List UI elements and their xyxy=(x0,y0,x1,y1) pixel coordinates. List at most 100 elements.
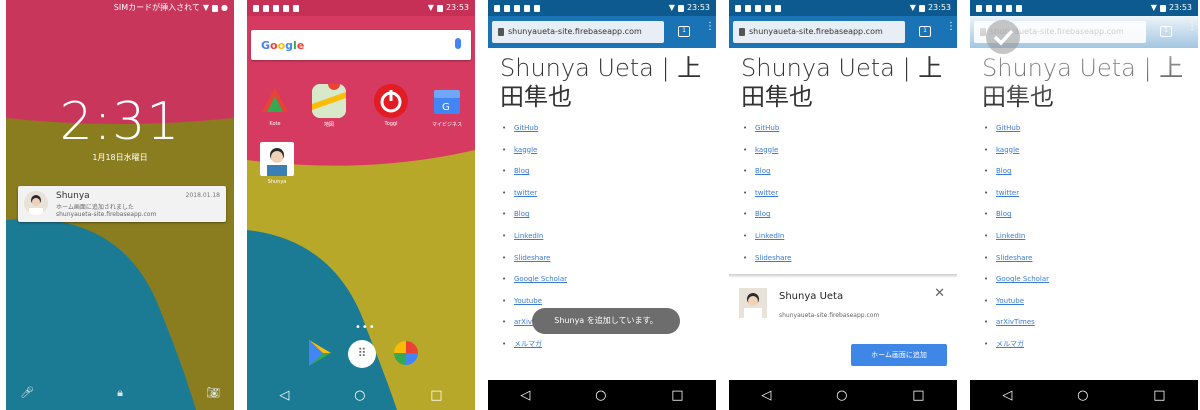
link-blog-2[interactable]: Blog xyxy=(743,208,792,230)
link-arxivtimes[interactable]: arXivTimes xyxy=(984,316,1049,338)
back-icon[interactable]: ◁ xyxy=(1002,388,1012,403)
close-icon[interactable]: ✕ xyxy=(934,286,945,301)
link-twitter[interactable]: twitter xyxy=(502,187,567,209)
date: 1月18日水曜日 xyxy=(92,153,148,162)
notification-icon xyxy=(986,4,992,12)
link-google-scholar[interactable]: Google Scholar xyxy=(502,273,567,295)
recents-icon[interactable]: □ xyxy=(430,388,442,403)
app-maps[interactable]: 地図 xyxy=(305,78,353,128)
link-youtube[interactable]: Youtube xyxy=(984,295,1049,317)
navigation-bar: ◁ ○ □ xyxy=(247,380,475,410)
photos-icon[interactable] xyxy=(391,338,421,372)
app-kote[interactable]: Kote xyxy=(251,84,299,127)
google-search-bar[interactable]: Google xyxy=(251,30,471,60)
lockscreen-panel: SIMカードが挿入されて ▼ ● 2:31 1月18日水曜日 Shunya 20… xyxy=(6,0,234,410)
link-slideshare[interactable]: Slideshare xyxy=(984,252,1049,274)
menu-icon[interactable]: ⋮ xyxy=(946,22,956,39)
notification-card[interactable]: Shunya 2018.01.18 ホーム画面に追加されました shunyaue… xyxy=(18,186,226,222)
play-store-icon[interactable] xyxy=(305,338,335,372)
kote-icon xyxy=(258,84,292,118)
back-icon[interactable]: ◁ xyxy=(520,388,530,403)
tabs-icon[interactable]: 1 xyxy=(919,26,931,37)
notification-title: Shunya xyxy=(56,191,90,201)
notification-message: ホーム画面に追加されました xyxy=(56,204,134,211)
app-drawer-icon[interactable]: ⠿ xyxy=(348,340,376,368)
status-time: 23:53 xyxy=(445,3,469,12)
tabs-icon[interactable]: 1 xyxy=(678,26,690,37)
maps-icon xyxy=(312,78,346,118)
link-list: GitHub kaggle Blog twitter Blog LinkedIn… xyxy=(743,122,792,273)
status-bar: ▼ 23:53 xyxy=(247,0,475,16)
link-blog-2[interactable]: Blog xyxy=(502,208,567,230)
back-icon[interactable]: ◁ xyxy=(279,388,289,403)
notification-icon xyxy=(263,4,269,12)
app-label: Shunya xyxy=(267,179,287,185)
notification-time: 2018.01.18 xyxy=(185,192,220,199)
link-kaggle[interactable]: kaggle xyxy=(984,144,1049,166)
mybusiness-icon: G xyxy=(430,84,464,118)
link-kaggle[interactable]: kaggle xyxy=(502,144,567,166)
add-to-home-button[interactable]: ホーム画面に追加 xyxy=(851,344,947,366)
link-github[interactable]: GitHub xyxy=(743,122,792,144)
notification-icon xyxy=(745,4,751,12)
url-bar[interactable]: shunyaueta-site.firebaseapp.com xyxy=(733,21,905,43)
homescreen-panel: ▼ 23:53 Google Kote 地図 Toggl G マイビジネス Sh… xyxy=(247,0,475,410)
app-label: Kote xyxy=(269,121,281,127)
app-mybusiness[interactable]: G マイビジネス xyxy=(423,84,471,128)
app-toggl[interactable]: Toggl xyxy=(367,84,415,127)
home-icon[interactable]: ○ xyxy=(836,388,847,403)
shortcut-shunya[interactable]: Shunya xyxy=(253,142,301,185)
add-to-home-sheet: Shunya Ueta shunyaueta-site.firebaseapp.… xyxy=(729,278,957,380)
page-indicator: ••• xyxy=(355,322,376,333)
link-github[interactable]: GitHub xyxy=(502,122,567,144)
lock-icon xyxy=(498,28,504,36)
clock: 2:31 xyxy=(59,92,181,152)
status-time: 23:53 xyxy=(927,3,951,12)
notification-icon xyxy=(775,4,781,12)
link-mailmagazine[interactable]: メルマガ xyxy=(502,338,567,360)
notification-icon xyxy=(273,4,279,12)
battery-icon xyxy=(1159,4,1166,12)
link-blog-2[interactable]: Blog xyxy=(984,208,1049,230)
url-bar[interactable]: shunyaueta-site.firebaseapp.com xyxy=(492,21,664,43)
site-url: shunyaueta-site.firebaseapp.com xyxy=(779,312,880,319)
notification-icon xyxy=(514,4,520,12)
back-icon[interactable]: ◁ xyxy=(761,388,771,403)
link-linkedin[interactable]: LinkedIn xyxy=(502,230,567,252)
notification-icon xyxy=(534,4,540,12)
status-time: 23:53 xyxy=(1168,3,1192,12)
recents-icon[interactable]: □ xyxy=(912,388,924,403)
home-icon[interactable]: ○ xyxy=(1077,388,1088,403)
link-slideshare[interactable]: Slideshare xyxy=(502,252,567,274)
browser-panel-sheet: ▼ 23:53 shunyaueta-site.firebaseapp.com … xyxy=(729,0,957,410)
url-text: shunyaueta-site.firebaseapp.com xyxy=(749,27,883,36)
link-linkedin[interactable]: LinkedIn xyxy=(743,230,792,252)
mic-icon[interactable] xyxy=(455,38,461,49)
link-blog[interactable]: Blog xyxy=(984,165,1049,187)
notification-icon xyxy=(765,4,771,12)
recents-icon[interactable]: □ xyxy=(1153,388,1165,403)
notification-icon xyxy=(293,4,299,12)
link-mailmagazine[interactable]: メルマガ xyxy=(984,338,1049,360)
wifi-icon: ▼ xyxy=(909,3,916,12)
google-logo: Google xyxy=(261,39,305,52)
link-twitter[interactable]: twitter xyxy=(984,187,1049,209)
link-kaggle[interactable]: kaggle xyxy=(743,144,792,166)
link-twitter[interactable]: twitter xyxy=(743,187,792,209)
home-icon[interactable]: ○ xyxy=(595,388,606,403)
battery-icon xyxy=(212,4,219,12)
home-icon[interactable]: ○ xyxy=(354,388,365,403)
link-slideshare[interactable]: Slideshare xyxy=(743,252,792,274)
camera-icon[interactable]: 📷︎ xyxy=(206,386,220,400)
link-github[interactable]: GitHub xyxy=(984,122,1049,144)
link-blog[interactable]: Blog xyxy=(502,165,567,187)
recents-icon[interactable]: □ xyxy=(671,388,683,403)
link-linkedin[interactable]: LinkedIn xyxy=(984,230,1049,252)
link-blog[interactable]: Blog xyxy=(743,165,792,187)
toast-message: Shunya を追加しています。 xyxy=(532,308,680,334)
mic-icon[interactable]: 🎤︎ xyxy=(20,386,34,400)
app-label: 地図 xyxy=(323,122,334,128)
lock-icon[interactable]: 🔒︎ xyxy=(117,386,123,400)
menu-icon[interactable]: ⋮ xyxy=(705,22,715,39)
link-google-scholar[interactable]: Google Scholar xyxy=(984,273,1049,295)
